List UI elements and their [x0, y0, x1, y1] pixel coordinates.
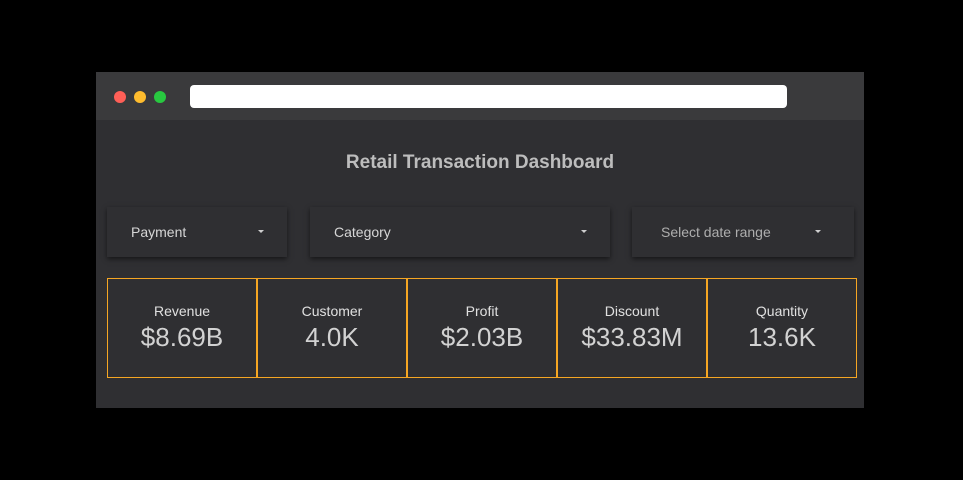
kpi-value: 13.6K [748, 322, 816, 352]
kpi-card-discount: Discount $33.83M [557, 278, 707, 378]
kpi-label: Discount [604, 303, 660, 319]
maximize-window-button[interactable] [154, 91, 166, 103]
caret-down-icon [258, 230, 264, 233]
category-dropdown-label: Category [334, 224, 391, 240]
kpi-card-quantity: Quantity 13.6K [707, 278, 857, 378]
payment-dropdown-label: Payment [131, 224, 187, 240]
page-title: Retail Transaction Dashboard [345, 152, 615, 173]
address-bar[interactable] [190, 85, 787, 108]
browser-window: Retail Transaction Dashboard Payment Cat… [96, 72, 864, 408]
kpi-value: $2.03B [440, 322, 524, 352]
caret-down-icon [815, 230, 821, 233]
kpi-card-customer: Customer 4.0K [257, 278, 407, 378]
kpi-value: 4.0K [305, 322, 359, 352]
category-dropdown[interactable]: Category [310, 207, 610, 257]
caret-down-icon [581, 230, 587, 233]
kpi-value: $8.69B [140, 322, 224, 352]
close-window-button[interactable] [114, 91, 126, 103]
payment-dropdown[interactable]: Payment [107, 207, 287, 257]
kpi-card-profit: Profit $2.03B [407, 278, 557, 378]
date-range-picker[interactable]: Select date range [632, 207, 854, 257]
kpi-label: Profit [465, 303, 499, 319]
kpi-label: Revenue [153, 303, 211, 319]
kpi-card-revenue: Revenue $8.69B [107, 278, 257, 378]
kpi-value: $33.83M [581, 322, 683, 352]
kpi-label: Quantity [755, 303, 809, 319]
minimize-window-button[interactable] [134, 91, 146, 103]
date-range-placeholder: Select date range [661, 224, 771, 240]
window-titlebar [96, 72, 864, 120]
kpi-label: Customer [301, 303, 363, 319]
